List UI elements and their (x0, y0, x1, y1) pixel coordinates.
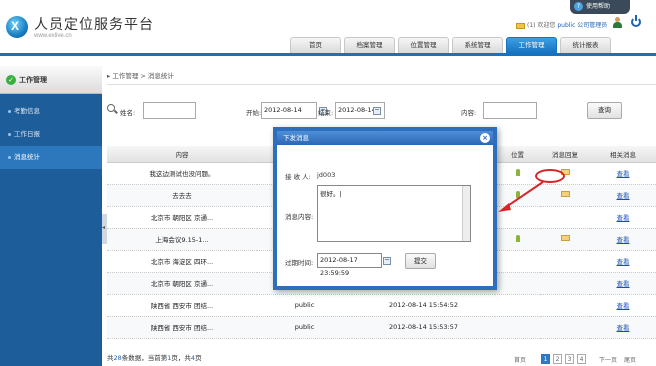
col-related[interactable]: 相关消息 (590, 146, 656, 163)
table-row: 陕西省 西安市 团结... public 2012-08-14 15:53:57 查… (107, 316, 656, 339)
location-pin-icon[interactable] (515, 190, 520, 198)
logo-icon: X (6, 16, 28, 38)
message-content-textarea[interactable]: 很好。| (317, 185, 471, 242)
page-link[interactable]: 2 (553, 354, 563, 364)
name-input[interactable] (143, 102, 196, 119)
app-subtitle: www.exlive.cn (34, 33, 72, 39)
calendar-icon[interactable] (383, 257, 391, 265)
view-link[interactable]: 查看 (617, 214, 630, 222)
main-nav: 首页 档案管理 位置管理 系统管理 工作管理 统计报表 (290, 37, 614, 53)
content-input[interactable] (483, 102, 537, 119)
nav-home[interactable]: 首页 (290, 37, 341, 53)
help-icon: ? (574, 2, 583, 11)
reply-envelope-icon[interactable] (560, 191, 570, 197)
send-message-dialog: 下发消息 × 接 收 人: jd003 消息内容: 很好。| 过期时间: 201… (273, 127, 497, 290)
page-link[interactable]: 1 (541, 354, 551, 364)
textarea-scrollbar[interactable] (462, 186, 470, 241)
user-icon[interactable] (612, 17, 622, 28)
app-title: 人员定位服务平台 (34, 17, 154, 33)
welcome-text: (1) 欢迎您 (527, 22, 558, 29)
view-link[interactable]: 查看 (617, 280, 630, 288)
highlight-circle (535, 169, 565, 183)
nav-work[interactable]: 工作管理 (506, 37, 557, 53)
view-link[interactable]: 查看 (617, 258, 630, 266)
help-button[interactable]: ? 使用帮助 (570, 0, 630, 14)
user-name-link[interactable]: public 公司管理员 (557, 22, 607, 29)
view-link[interactable]: 查看 (617, 324, 630, 332)
page-link[interactable]: 3 (565, 354, 575, 364)
sidebar: ✓ 工作管理 考勤信息 工作日报 消息统计 (0, 66, 102, 366)
first-page-link[interactable]: 首页 (514, 355, 526, 364)
col-content[interactable]: 内容 (107, 146, 257, 163)
table-row: 陕西省 西安市 团结... public 2012-08-14 15:54:52 查… (107, 294, 656, 317)
expire-label: 过期时间: (285, 259, 314, 267)
col-location[interactable]: 位置 (495, 146, 540, 163)
reply-envelope-icon[interactable] (560, 235, 570, 241)
query-button[interactable]: 查询 (587, 102, 622, 119)
name-label: 姓名: (120, 109, 136, 117)
nav-reports[interactable]: 统计报表 (560, 37, 611, 53)
logout-icon[interactable] (631, 15, 641, 27)
header: X 人员定位服务平台 www.exlive.cn ? 使用帮助 (1) 欢迎您 … (0, 0, 656, 56)
mail-icon[interactable] (516, 22, 525, 29)
location-pin-icon[interactable] (515, 234, 520, 242)
close-icon[interactable]: × (480, 133, 490, 143)
search-icon (107, 104, 115, 112)
nav-location[interactable]: 位置管理 (398, 37, 449, 53)
expire-date-input[interactable]: 2012-08-17 23:59:59 (317, 253, 382, 277)
receiver-label: 接 收 人: (285, 173, 311, 181)
record-summary: 共28条数据，当前第1页，共4页 (107, 354, 202, 362)
nav-underline (0, 53, 656, 56)
nav-archive[interactable]: 档案管理 (344, 37, 395, 53)
last-page-link[interactable]: 尾页 (624, 355, 636, 364)
start-label: 开始: (246, 109, 262, 117)
sidebar-title: 工作管理 (19, 76, 47, 84)
receiver-value: jd003 (317, 171, 336, 179)
dialog-header: 下发消息 × (277, 131, 493, 145)
calendar-icon[interactable] (373, 107, 381, 115)
start-date-input[interactable]: 2012-08-14 (261, 102, 317, 119)
end-label: 结束: (318, 109, 334, 117)
content-label: 内容: (461, 109, 477, 117)
nav-system[interactable]: 系统管理 (452, 37, 503, 53)
location-pin-icon[interactable] (515, 168, 520, 176)
view-link[interactable]: 查看 (617, 236, 630, 244)
page-link[interactable]: 4 (577, 354, 587, 364)
view-link[interactable]: 查看 (617, 302, 630, 310)
dialog-title: 下发消息 (283, 134, 309, 142)
divider (107, 84, 656, 85)
pagination: 首页 1 2 3 4 下一页 尾页 (514, 354, 636, 364)
user-info: (1) 欢迎您 public 公司管理员 (516, 20, 607, 29)
view-link[interactable]: 查看 (617, 192, 630, 200)
sidebar-item-message-stats[interactable]: 消息统计 (0, 146, 102, 169)
submit-button[interactable]: 提交 (405, 253, 436, 269)
sidebar-item-attendance[interactable]: 考勤信息 (0, 100, 102, 123)
view-link[interactable]: 查看 (617, 170, 630, 178)
next-page-link[interactable]: 下一页 (599, 355, 617, 364)
col-reply[interactable]: 消息回复 (540, 146, 590, 163)
sidebar-header[interactable]: ✓ 工作管理 (0, 66, 102, 94)
check-icon: ✓ (6, 75, 16, 85)
content-label: 消息内容: (285, 213, 314, 221)
breadcrumb: ▸ 工作管理 > 消息统计 (107, 72, 174, 80)
sidebar-item-daily-report[interactable]: 工作日报 (0, 123, 102, 146)
